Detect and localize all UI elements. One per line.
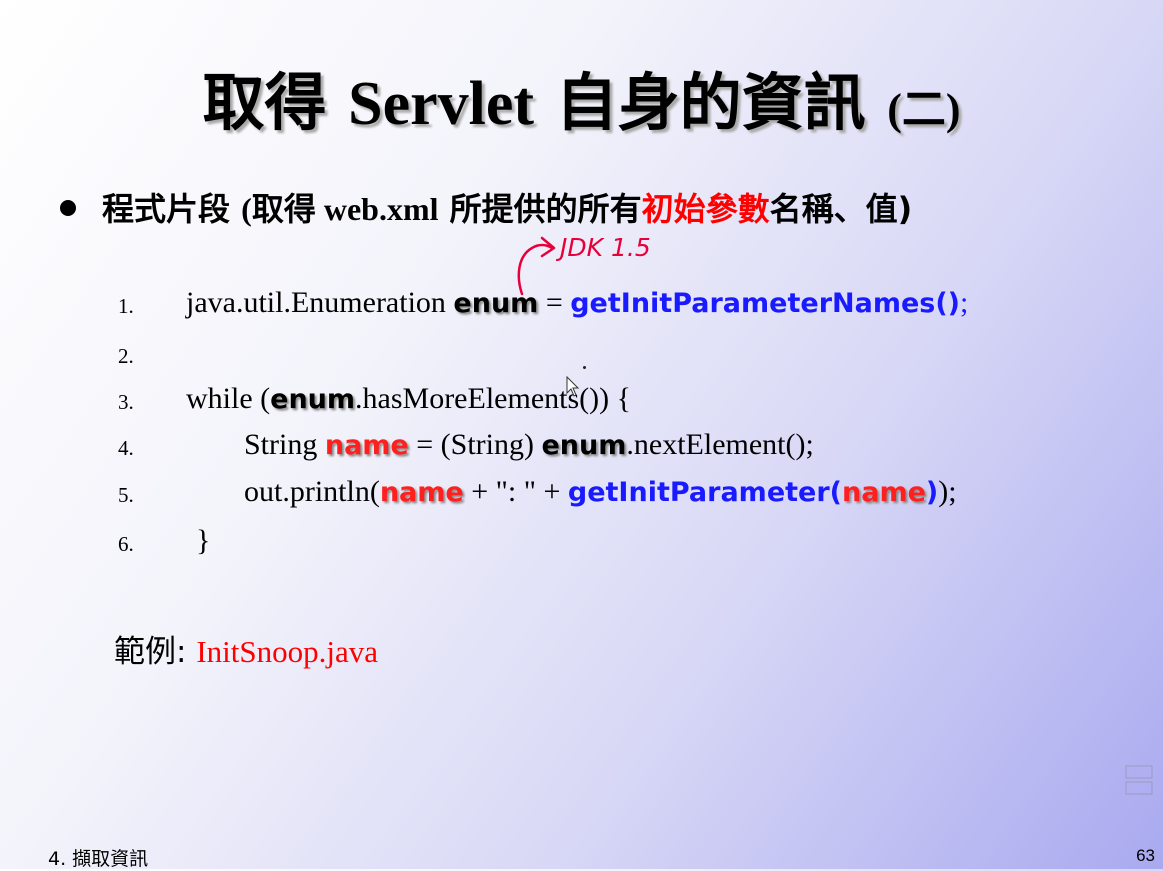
title-part-1: 取得 xyxy=(202,66,349,139)
keyword-enum: enum xyxy=(453,288,539,319)
title-part-3: 自身的資訊 xyxy=(534,66,888,139)
code-text: } xyxy=(196,524,211,557)
keyword-name: name xyxy=(842,477,926,508)
bullet-text-2: (取得 xyxy=(241,191,324,227)
code-text: = (String) xyxy=(408,428,542,461)
code-text: java.util.Enumeration xyxy=(186,286,454,319)
line-number: 2. xyxy=(118,344,134,368)
line-number: 6. xyxy=(118,532,134,556)
stray-dot xyxy=(583,366,586,369)
line-number: 4. xyxy=(118,436,134,460)
code-text: .nextElement(); xyxy=(626,428,814,461)
keyword-name: name xyxy=(324,430,409,461)
example-reference: 範例: InitSnoop.java xyxy=(114,626,378,671)
bullet-dot-icon xyxy=(60,200,76,216)
code-line-2: 2. xyxy=(0,336,1163,380)
code-line-1: 1. java.util.Enumeration enum = getInitP… xyxy=(0,286,1163,330)
annotation-text: JDK 1.5 xyxy=(555,233,651,262)
title-part-4: (二) xyxy=(887,85,961,134)
keyword-enum: enum xyxy=(270,384,356,415)
code-text: ; xyxy=(960,286,969,319)
code-text: while ( xyxy=(186,382,271,415)
bullet-text-4: 所提供的所有 xyxy=(438,190,642,228)
bullet-point: 程式片段 (取得 web.xml 所提供的所有初始參數名稱、值) xyxy=(60,184,912,230)
code-line-3: 3. while (enum.hasMoreElements()) { xyxy=(0,382,1163,426)
line-number: 5. xyxy=(118,483,134,507)
code-text: ); xyxy=(938,475,957,508)
code-line-4: 4. String name = (String) enum.nextEleme… xyxy=(0,428,1163,472)
title-part-2: Servlet xyxy=(348,70,535,138)
code-line-5: 5. out.println(name + ": " + getInitPara… xyxy=(0,475,1163,519)
page-number: 63 xyxy=(1136,846,1155,865)
bullet-text-5: 名稱、值) xyxy=(769,190,913,228)
code-text: + ": " + xyxy=(463,475,568,508)
slide-title: 取得 Servlet 自身的資訊 (二) xyxy=(0,52,1163,142)
keyword-name: name xyxy=(379,477,464,508)
method-close: ) xyxy=(925,477,939,508)
code-line-6: 6. } xyxy=(0,524,1163,568)
code-text: = xyxy=(538,286,571,319)
bullet-highlight: 初始參數 xyxy=(641,190,770,228)
faint-watermark-icon xyxy=(1125,765,1153,795)
code-text: String xyxy=(244,428,325,461)
bullet-text-1: 程式片段 xyxy=(102,190,242,228)
code-text: .hasMoreElements()) { xyxy=(355,382,632,415)
method-name: getInitParameterNames() xyxy=(570,288,961,319)
example-label: 範例: xyxy=(114,634,197,670)
keyword-enum: enum xyxy=(541,430,627,461)
footer-section: 4. 擷取資訊 xyxy=(48,848,149,870)
line-number: 1. xyxy=(118,294,134,318)
line-number: 3. xyxy=(118,390,134,414)
example-file-link[interactable]: InitSnoop.java xyxy=(196,634,378,669)
method-name: getInitParameter( xyxy=(567,477,843,508)
mouse-cursor-icon xyxy=(566,376,580,397)
bullet-text-3: web.xml xyxy=(323,191,439,227)
code-text: out.println( xyxy=(244,475,380,508)
